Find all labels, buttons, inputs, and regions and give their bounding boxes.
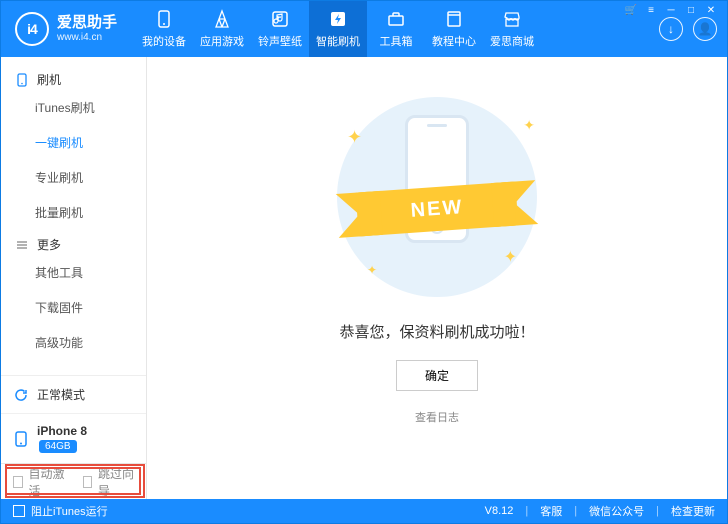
confirm-button[interactable]: 确定 bbox=[396, 360, 478, 391]
nav-device[interactable]: 我的设备 bbox=[135, 1, 193, 57]
brand-url: www.i4.cn bbox=[57, 32, 117, 43]
skip-wizard-checkbox[interactable]: 跳过向导 bbox=[83, 465, 135, 499]
success-illustration: ✦ ✦ ✦ ✦ NEW bbox=[327, 97, 547, 297]
phone-icon bbox=[13, 431, 29, 447]
cart-icon[interactable]: 🛒 bbox=[623, 3, 639, 17]
group-icon bbox=[15, 238, 29, 252]
nav-label: 智能刷机 bbox=[316, 33, 360, 49]
book-icon bbox=[444, 9, 464, 29]
connected-device[interactable]: iPhone 8 64GB bbox=[1, 413, 146, 463]
titlebar: i4 爱思助手 www.i4.cn 我的设备应用游戏铃声壁纸智能刷机 工具箱 教程中… bbox=[1, 1, 727, 57]
nav-label: 爱思商城 bbox=[490, 33, 534, 49]
store-icon bbox=[502, 9, 522, 29]
sidebar-item[interactable]: 批量刷机 bbox=[1, 195, 146, 230]
flash-options-row: 自动激活 跳过向导 bbox=[1, 463, 146, 499]
maximize-btn[interactable]: □ bbox=[683, 3, 699, 17]
sidebar-group-header[interactable]: 刷机 bbox=[1, 65, 146, 90]
close-btn[interactable]: ✕ bbox=[703, 3, 719, 17]
version-label: V8.12 bbox=[485, 505, 514, 517]
nav-label: 应用游戏 bbox=[200, 33, 244, 49]
nav-store[interactable]: 爱思商城 bbox=[483, 1, 541, 57]
block-itunes-label: 阻止iTunes运行 bbox=[31, 503, 108, 519]
logo-icon: i4 bbox=[15, 12, 49, 46]
mode-label: 正常模式 bbox=[37, 386, 85, 403]
star-icon: ✦ bbox=[504, 247, 517, 267]
top-nav: 我的设备应用游戏铃声壁纸智能刷机 工具箱 教程中心爱思商城 bbox=[135, 1, 541, 57]
status-bar: 阻止iTunes运行 V8.12 | 客服 | 微信公众号 | 检查更新 bbox=[1, 499, 727, 523]
check-update-link[interactable]: 检查更新 bbox=[671, 503, 715, 519]
auto-activate-checkbox[interactable]: 自动激活 bbox=[13, 465, 65, 499]
sidebar-item[interactable]: 下载固件 bbox=[1, 290, 146, 325]
group-title: 刷机 bbox=[37, 71, 61, 88]
flash-icon bbox=[328, 9, 348, 29]
sidebar-item[interactable]: 专业刷机 bbox=[1, 160, 146, 195]
support-link[interactable]: 客服 bbox=[540, 503, 562, 519]
minimize-btn[interactable]: ─ bbox=[663, 3, 679, 17]
success-message: 恭喜您，保资料刷机成功啦！ bbox=[339, 321, 534, 342]
user-button[interactable]: 👤 bbox=[693, 17, 717, 41]
sidebar-item[interactable]: 一键刷机 bbox=[1, 125, 146, 160]
device-storage-badge: 64GB bbox=[39, 440, 77, 453]
view-log-link[interactable]: 查看日志 bbox=[415, 409, 459, 425]
star-icon: ✦ bbox=[347, 127, 362, 148]
sidebar-item[interactable]: 高级功能 bbox=[1, 325, 146, 360]
group-title: 更多 bbox=[37, 236, 61, 253]
nav-apps[interactable]: 应用游戏 bbox=[193, 1, 251, 57]
sidebar-item[interactable]: iTunes刷机 bbox=[1, 90, 146, 125]
group-icon bbox=[15, 73, 29, 87]
device-name: iPhone 8 bbox=[37, 424, 87, 438]
star-icon: ✦ bbox=[523, 117, 535, 134]
menu-icon[interactable]: ≡ bbox=[643, 3, 659, 17]
block-itunes-checkbox[interactable]: 阻止iTunes运行 bbox=[13, 503, 108, 519]
brand-logo: i4 爱思助手 www.i4.cn bbox=[15, 12, 117, 46]
nav-flash[interactable]: 智能刷机 bbox=[309, 1, 367, 57]
sidebar: 刷机 iTunes刷机一键刷机专业刷机批量刷机更多其他工具下载固件高级功能 正常模… bbox=[1, 57, 147, 499]
nav-label: 工具箱 bbox=[380, 33, 413, 49]
star-icon: ✦ bbox=[367, 263, 377, 277]
skip-wizard-label: 跳过向导 bbox=[98, 465, 134, 499]
apps-icon bbox=[212, 9, 232, 29]
nav-label: 铃声壁纸 bbox=[258, 33, 302, 49]
nav-label: 教程中心 bbox=[432, 33, 476, 49]
nav-label: 我的设备 bbox=[142, 33, 186, 49]
nav-toolbox[interactable]: 工具箱 bbox=[367, 1, 425, 57]
sidebar-item[interactable]: 其他工具 bbox=[1, 255, 146, 290]
music-icon bbox=[270, 9, 290, 29]
nav-book[interactable]: 教程中心 bbox=[425, 1, 483, 57]
refresh-icon bbox=[13, 387, 29, 403]
nav-music[interactable]: 铃声壁纸 bbox=[251, 1, 309, 57]
device-icon bbox=[154, 9, 174, 29]
wechat-link[interactable]: 微信公众号 bbox=[589, 503, 644, 519]
auto-activate-label: 自动激活 bbox=[29, 465, 65, 499]
toolbox-icon bbox=[386, 9, 406, 29]
main-content: ✦ ✦ ✦ ✦ NEW 恭喜您，保资料刷机成功啦！ 确定 查看日志 bbox=[147, 57, 727, 499]
device-mode[interactable]: 正常模式 bbox=[1, 376, 146, 413]
brand-name: 爱思助手 bbox=[57, 15, 117, 32]
download-button[interactable]: ↓ bbox=[659, 17, 683, 41]
sidebar-group-header[interactable]: 更多 bbox=[1, 230, 146, 255]
